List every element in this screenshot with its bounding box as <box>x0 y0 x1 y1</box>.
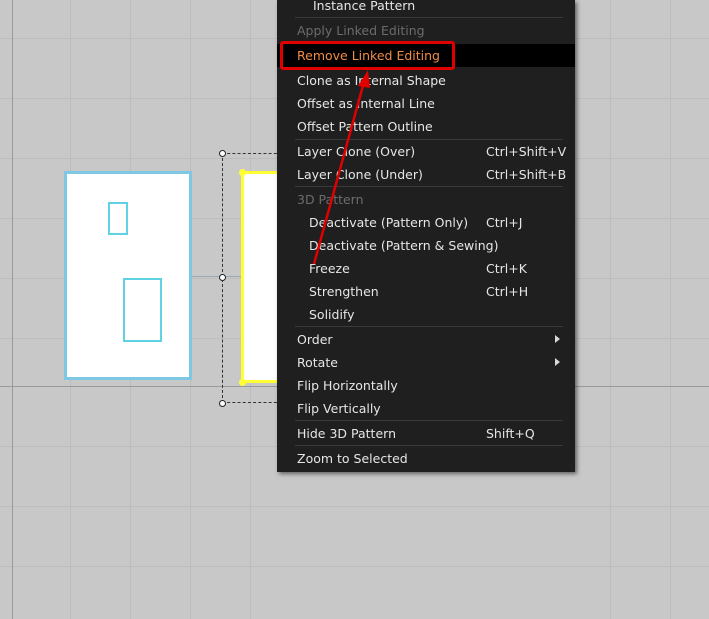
menu-item-label: Deactivate (Pattern & Sewing) <box>309 238 499 253</box>
menu-item-order[interactable]: Order <box>277 328 575 351</box>
menu-item-rotate[interactable]: Rotate <box>277 351 575 374</box>
menu-item-deactivate-pattern-sewing[interactable]: Deactivate (Pattern & Sewing) <box>277 234 575 257</box>
menu-item-instance-pattern[interactable]: Instance Pattern <box>277 0 575 17</box>
menu-item-label: Deactivate (Pattern Only) <box>309 215 469 230</box>
menu-item-label: Instance Pattern <box>313 0 416 13</box>
menu-item-label: Layer Clone (Under) <box>297 167 423 182</box>
menu-item-label: Rotate <box>297 355 338 370</box>
menu-item-layer-clone-under[interactable]: Layer Clone (Under) Ctrl+Shift+B <box>277 163 575 186</box>
menu-separator <box>295 186 563 187</box>
menu-item-label: Flip Horizontally <box>297 378 398 393</box>
menu-item-offset-pattern-outline[interactable]: Offset Pattern Outline <box>277 115 575 138</box>
menu-item-shortcut: Ctrl+Shift+V <box>486 144 567 159</box>
menu-item-shortcut: Ctrl+J <box>486 215 523 230</box>
menu-item-label: Flip Vertically <box>297 401 381 416</box>
internal-shape[interactable] <box>108 202 128 235</box>
menu-item-shortcut: Ctrl+Shift+B <box>486 167 567 182</box>
menu-item-solidify[interactable]: Solidify <box>277 303 575 326</box>
grid-line <box>0 566 709 567</box>
menu-item-shortcut: Shift+Q <box>486 426 535 441</box>
menu-item-offset-as-internal-line[interactable]: Offset as Internal Line <box>277 92 575 115</box>
selection-handle[interactable] <box>219 400 226 407</box>
menu-item-strengthen[interactable]: Strengthen Ctrl+H <box>277 280 575 303</box>
menu-item-label: Layer Clone (Over) <box>297 144 416 159</box>
menu-separator <box>295 326 563 327</box>
menu-separator <box>295 420 563 421</box>
menu-item-label: Offset Pattern Outline <box>297 119 433 134</box>
selection-handle[interactable] <box>219 150 226 157</box>
menu-separator <box>295 17 563 18</box>
menu-item-shortcut: Ctrl+H <box>486 284 529 299</box>
menu-item-deactivate-pattern-only[interactable]: Deactivate (Pattern Only) Ctrl+J <box>277 211 575 234</box>
menu-item-label: Strengthen <box>309 284 379 299</box>
grid-line <box>670 0 671 619</box>
menu-item-label: Apply Linked Editing <box>297 23 425 38</box>
menu-item-label: Order <box>297 332 333 347</box>
menu-item-flip-vertically[interactable]: Flip Vertically <box>277 397 575 420</box>
submenu-arrow-icon <box>555 335 560 343</box>
submenu-arrow-icon <box>555 358 560 366</box>
menu-item-shortcut: Ctrl+K <box>486 261 527 276</box>
menu-item-label: 3D Pattern <box>297 192 364 207</box>
menu-item-freeze[interactable]: Freeze Ctrl+K <box>277 257 575 280</box>
menu-item-hide-3d-pattern[interactable]: Hide 3D Pattern Shift+Q <box>277 422 575 445</box>
grid-line <box>610 0 611 619</box>
selection-handle[interactable] <box>219 274 226 281</box>
menu-item-layer-clone-over[interactable]: Layer Clone (Over) Ctrl+Shift+V <box>277 140 575 163</box>
menu-item-label: Solidify <box>309 307 355 322</box>
internal-shape[interactable] <box>123 278 162 342</box>
menu-item-3d-pattern: 3D Pattern <box>277 188 575 211</box>
annotation-highlight-box <box>280 41 455 70</box>
menu-item-apply-linked-editing: Apply Linked Editing <box>277 19 575 42</box>
pattern-piece-left[interactable] <box>64 171 192 380</box>
menu-item-label: Zoom to Selected <box>297 451 408 466</box>
menu-item-clone-as-internal-shape[interactable]: Clone as Internal Shape <box>277 69 575 92</box>
y-axis-line <box>12 0 13 619</box>
menu-item-label: Freeze <box>309 261 350 276</box>
grid-line <box>0 506 709 507</box>
selection-bounding-box <box>222 153 282 403</box>
menu-separator <box>295 139 563 140</box>
context-menu: Instance Pattern Apply Linked Editing Remo… <box>277 0 575 472</box>
menu-item-label: Hide 3D Pattern <box>297 426 396 441</box>
menu-item-flip-horizontally[interactable]: Flip Horizontally <box>277 374 575 397</box>
menu-separator <box>295 445 563 446</box>
menu-item-label: Clone as Internal Shape <box>297 73 446 88</box>
menu-item-label: Offset as Internal Line <box>297 96 435 111</box>
menu-item-zoom-to-selected[interactable]: Zoom to Selected <box>277 447 575 470</box>
